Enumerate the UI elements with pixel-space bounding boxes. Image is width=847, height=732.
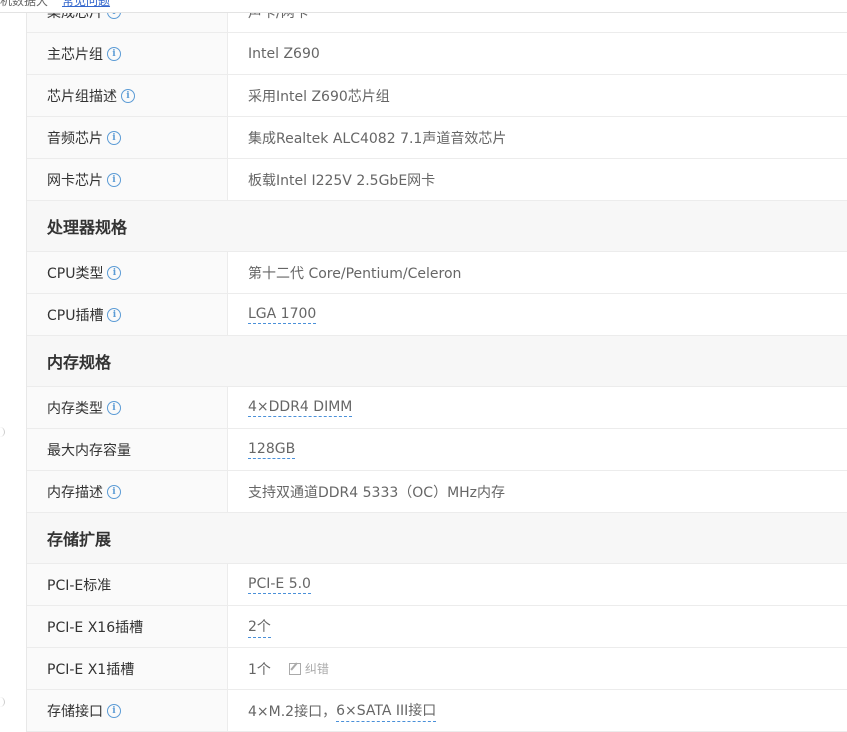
spec-value: 支持双通道DDR4 5333（OC）MHz内存 [248,484,506,501]
info-icon[interactable]: i [107,46,121,61]
spec-row-max-memory: 最大内存容量 128GB [27,429,847,471]
info-icon[interactable]: i [107,172,121,187]
spec-row-audio-chip: 音频芯片 i 集成Realtek ALC4082 7.1声道音效芯片 [27,117,847,159]
edit-icon [288,662,301,675]
spec-value: 4×M.2接口， 6×SATA III接口 [228,690,847,731]
breadcrumb-link[interactable]: 常见问题 [62,0,110,9]
section-heading-storage: 存储扩展 [27,513,847,564]
spec-label: CPU插槽 i [27,294,228,335]
spec-label: 最大内存容量 [27,429,228,470]
section-heading-cpu: 处理器规格 [27,201,847,252]
spec-value: PCI-E 5.0 [228,564,847,605]
spec-value: 第十二代 Core/Pentium/Celeron [248,265,462,282]
breadcrumb-item[interactable]: 机数据大 [0,0,48,9]
spec-value-link[interactable]: 4×DDR4 DIMM [248,399,353,417]
spec-label: PCI-E X16插槽 [27,606,228,647]
spec-value-link[interactable]: PCI-E 5.0 [248,576,311,594]
spec-value-link[interactable]: LGA 1700 [248,306,317,324]
spec-row-pcie-x16: PCI-E X16插槽 2个 [27,606,847,648]
spec-row-memory-type: 内存类型 i 4×DDR4 DIMM [27,387,847,429]
spec-table: 集成芯片i 声卡/网卡 主芯片组i Intel Z690 芯片组描述i 采用In… [26,0,847,732]
spec-label: 主芯片组 i [27,33,228,74]
spec-row-storage-interface: 存储接口 i 4×M.2接口， 6×SATA III接口 [27,690,847,732]
spec-value: 2个 [228,606,847,647]
report-error-button[interactable]: 纠错 [288,660,329,677]
report-error-label: 纠错 [304,662,329,676]
spec-value: 128GB [228,429,847,470]
spec-value: 采用Intel Z690芯片组 [248,88,390,105]
spec-label: 存储接口 i [27,690,228,731]
spec-row-chipset-desc: 芯片组描述 i 采用Intel Z690芯片组 [27,75,847,117]
spec-value: 1个 纠错 [248,660,329,678]
info-icon[interactable]: i [121,88,135,103]
spec-row-memory-desc: 内存描述 i 支持双通道DDR4 5333（OC）MHz内存 [27,471,847,513]
left-gutter [0,0,26,717]
spec-label: 音频芯片 i [27,117,228,158]
spec-row-pcie-standard: PCI-E标准 PCI-E 5.0 [27,564,847,606]
gutter-marker [0,697,5,707]
info-icon[interactable]: i [107,130,121,145]
spec-value-link[interactable]: 128GB [248,441,296,459]
spec-row-pcie-x1: PCI-E X1插槽 1个 纠错 [27,648,847,690]
spec-value-link[interactable]: 6×SATA III接口 [336,700,437,722]
spec-label: 芯片组描述 i [27,75,228,116]
spec-value: 集成Realtek ALC4082 7.1声道音效芯片 [248,130,507,147]
gutter-marker [0,427,5,437]
spec-value: LGA 1700 [228,294,847,335]
spec-row-cpu-socket: CPU插槽 i LGA 1700 [27,294,847,336]
info-icon[interactable]: i [107,400,121,415]
spec-value: 4×DDR4 DIMM [228,387,847,428]
spec-label: 内存类型 i [27,387,228,428]
spec-row-cpu-type: CPU类型 i 第十二代 Core/Pentium/Celeron [27,252,847,294]
spec-label: PCI-E X1插槽 [27,648,228,689]
spec-value: 板载Intel I225V 2.5GbE网卡 [248,172,436,189]
info-icon[interactable]: i [107,703,121,718]
spec-label: PCI-E标准 [27,564,228,605]
spec-label: CPU类型 i [27,252,228,293]
spec-label: 内存描述 i [27,471,228,512]
spec-row-nic-chip: 网卡芯片 i 板载Intel I225V 2.5GbE网卡 [27,159,847,201]
section-heading-memory: 内存规格 [27,336,847,387]
info-icon[interactable]: i [107,484,121,499]
spec-value-link[interactable]: 2个 [248,616,271,638]
info-icon[interactable]: i [107,265,122,280]
spec-value: Intel Z690 [248,45,320,62]
top-breadcrumb-strip: 机数据大 常见问题 [0,0,847,13]
info-icon[interactable]: i [107,307,122,322]
spec-label: 网卡芯片 i [27,159,228,200]
spec-row-chipset: 主芯片组 i Intel Z690 [27,33,847,75]
